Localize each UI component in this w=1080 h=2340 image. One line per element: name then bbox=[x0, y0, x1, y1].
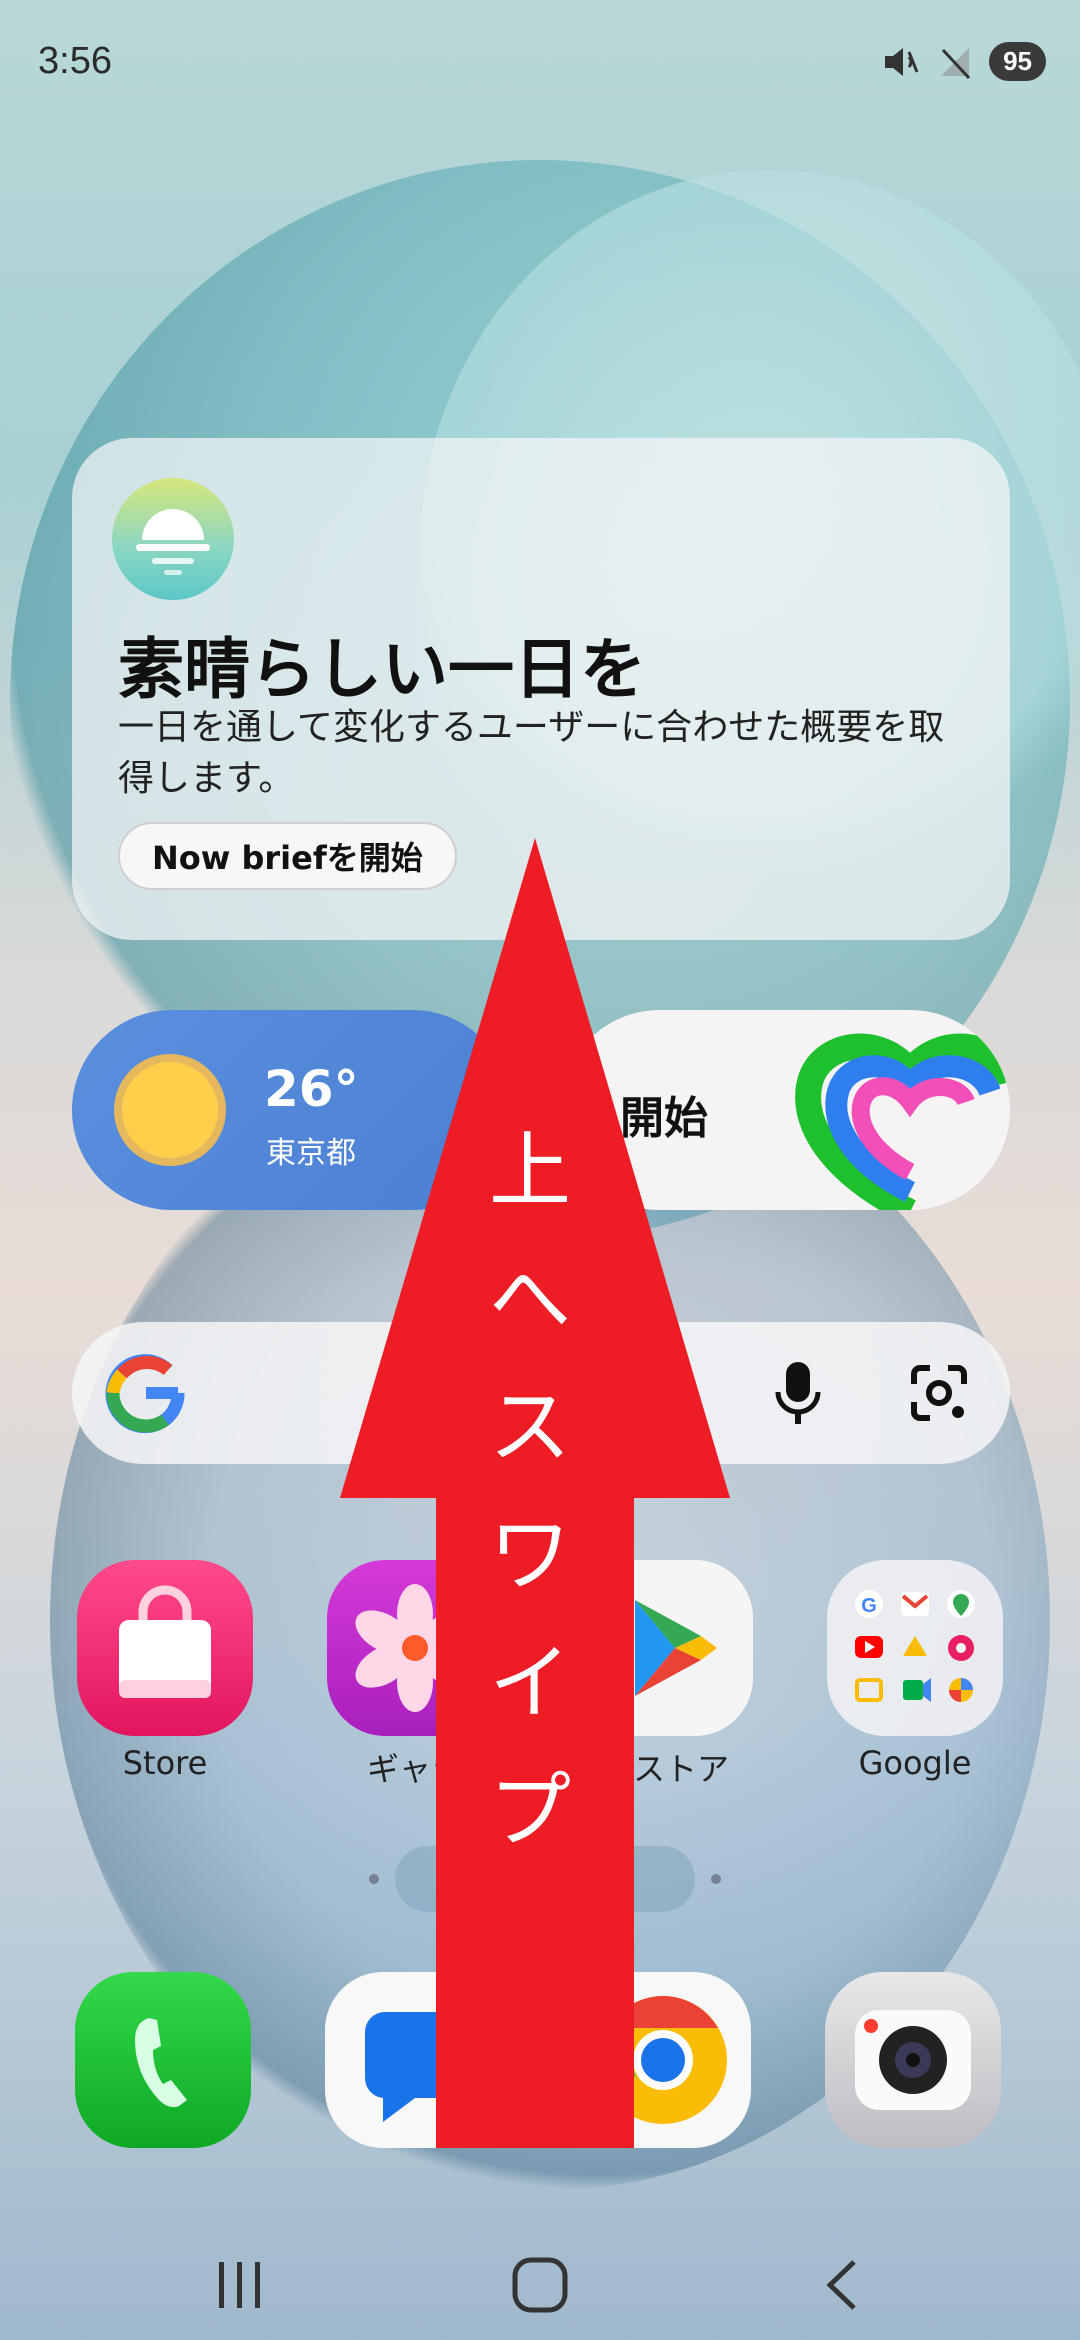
swipe-up-instruction: 上 へ ス ワ イ プ bbox=[440, 1108, 620, 1876]
now-brief-card[interactable]: 素晴らしい一日を 一日を通して変化するユーザーに合わせた概要を取得します。 No… bbox=[72, 438, 1010, 940]
instruction-char: へ bbox=[488, 1252, 571, 1347]
instruction-char: イ bbox=[488, 1636, 571, 1731]
brief-description: 一日を通して変化するユーザーに合わせた概要を取得します。 bbox=[118, 707, 945, 799]
page-dot bbox=[369, 1874, 379, 1884]
lens-icon[interactable] bbox=[908, 1362, 970, 1424]
weather-temperature: 26° bbox=[264, 1060, 359, 1118]
google-folder-icon: G bbox=[827, 1560, 1003, 1736]
recents-icon[interactable] bbox=[205, 2250, 275, 2320]
status-icons: 95 bbox=[881, 42, 1046, 81]
sun-icon bbox=[114, 1054, 226, 1166]
instruction-char: ス bbox=[488, 1380, 571, 1475]
sunrise-icon bbox=[112, 478, 234, 600]
google-g-logo bbox=[105, 1354, 185, 1434]
health-start-label: 開始 bbox=[620, 1093, 708, 1144]
svg-text:G: G bbox=[861, 1595, 877, 1617]
instruction-char: ワ bbox=[488, 1508, 571, 1603]
instruction-char: プ bbox=[488, 1764, 571, 1859]
phone-icon[interactable] bbox=[75, 1972, 251, 2148]
weather-city: 東京都 bbox=[266, 1136, 356, 1171]
messages-icon[interactable] bbox=[325, 1972, 501, 2148]
status-time: 3:56 bbox=[38, 40, 112, 82]
brief-title: 素晴らしい一日を bbox=[118, 631, 646, 708]
start-now-brief-button[interactable]: Now briefを開始 bbox=[118, 822, 457, 890]
app-label: Store bbox=[122, 1744, 208, 1782]
no-signal-icon bbox=[941, 47, 971, 79]
app-google-folder[interactable]: G Google bbox=[820, 1560, 1010, 1782]
mic-icon[interactable] bbox=[774, 1360, 822, 1426]
page-dot bbox=[711, 1874, 721, 1884]
home-icon[interactable] bbox=[505, 2250, 575, 2320]
back-icon[interactable] bbox=[810, 2250, 880, 2320]
app-store[interactable]: Store bbox=[70, 1560, 260, 1782]
battery-indicator: 95 bbox=[989, 42, 1046, 81]
health-heart-icon bbox=[795, 1033, 1010, 1210]
app-label: Google bbox=[858, 1744, 972, 1782]
store-bag-icon bbox=[77, 1560, 253, 1736]
camera-icon[interactable] bbox=[825, 1972, 1001, 2148]
mute-icon bbox=[885, 47, 919, 76]
navigation-bar bbox=[0, 2220, 1080, 2340]
status-bar: 3:56 95 bbox=[0, 0, 1080, 130]
instruction-char: 上 bbox=[488, 1124, 571, 1219]
health-widget[interactable]: 開始 bbox=[560, 1010, 1010, 1210]
chrome-icon[interactable] bbox=[575, 1972, 751, 2148]
